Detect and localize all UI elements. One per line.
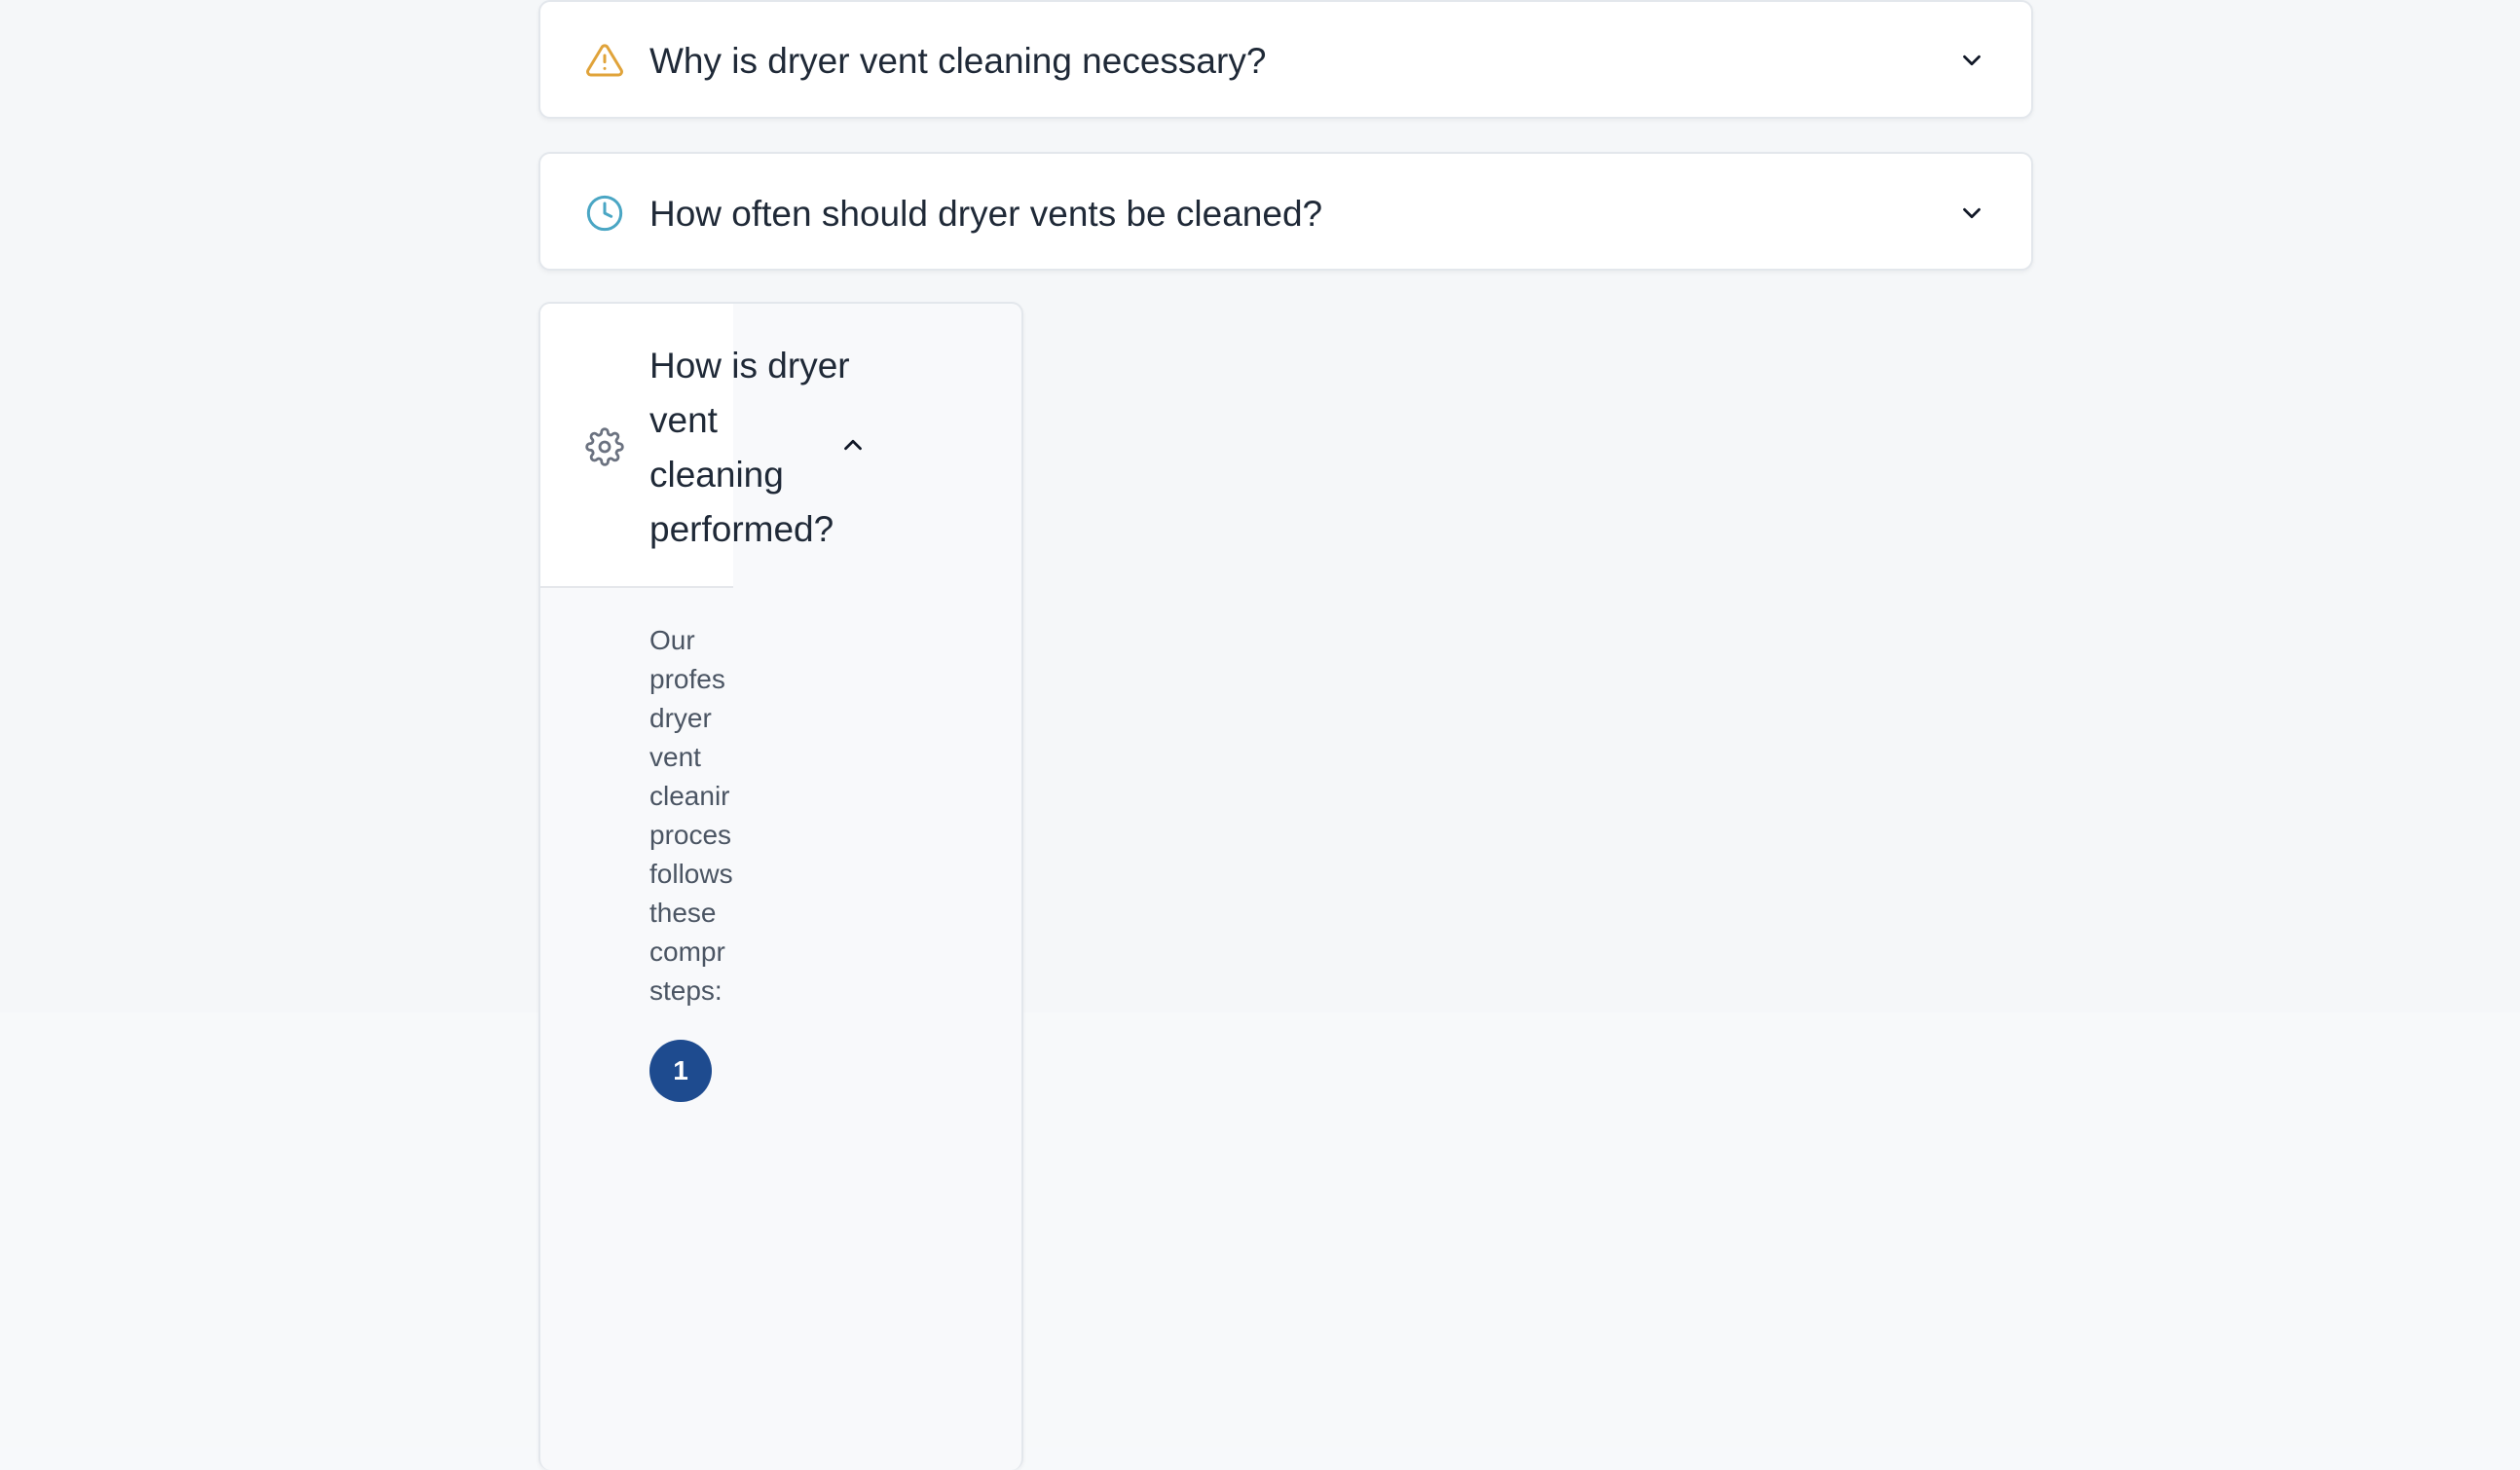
answer-line: dryer	[649, 703, 712, 733]
faq-item-cleaning-frequency: How often should dryer vents be cleaned?	[538, 152, 2033, 271]
answer-line: proces	[649, 820, 732, 850]
answer-line: Our	[649, 625, 695, 655]
page-background-lower	[0, 1012, 2520, 1447]
answer-line: follows	[649, 859, 733, 889]
faq-answer-text: Our profes dryer vent cleanir proces fol…	[649, 621, 733, 1011]
faq-answer-panel: Our profes dryer vent cleanir proces fol…	[540, 304, 733, 1470]
step-number-badge: 1	[649, 1040, 712, 1102]
answer-line: profes	[649, 664, 725, 694]
answer-line: vent	[649, 742, 701, 772]
faq-question: How often should dryer vents be cleaned?	[649, 194, 1323, 234]
answer-line: cleanir	[649, 781, 730, 811]
faq-item-dryer-vent-necessary: Why is dryer vent cleaning necessary?	[538, 0, 2033, 119]
chevron-down-icon[interactable]	[1957, 199, 1986, 228]
answer-line: compr	[649, 937, 725, 967]
answer-line: steps:	[649, 975, 723, 1006]
faq-item-header[interactable]: How often should dryer vents be cleaned?	[540, 154, 2031, 269]
chevron-down-icon[interactable]	[1957, 46, 1986, 75]
clock-icon	[586, 195, 623, 232]
faq-question: Why is dryer vent cleaning necessary?	[649, 41, 1267, 81]
answer-line: these	[649, 898, 717, 928]
faq-item-header[interactable]: Why is dryer vent cleaning necessary?	[540, 2, 2031, 117]
chevron-up-icon[interactable]	[838, 430, 868, 459]
warning-icon	[586, 44, 623, 77]
faq-item-cleaning-process: How is dryer vent cleaning performed? Ou…	[538, 302, 1023, 1470]
